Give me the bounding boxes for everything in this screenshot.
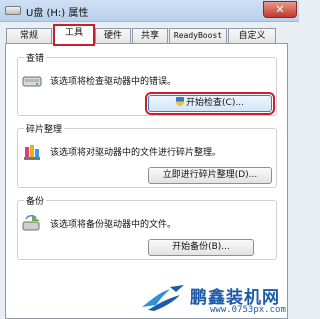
uac-shield-icon (176, 97, 185, 106)
backup-label: 备份 (24, 194, 47, 207)
usb-drive-icon (5, 6, 21, 15)
defrag-group: 碎片整理 该选项将对驱动器中的文件进行碎片整理。 立即进行碎片整理(D)... (17, 122, 277, 188)
defrag-description: 该选项将对驱动器中的文件进行碎片整理。 (50, 148, 222, 158)
error-check-group: 查错 该选项将检查驱动器中的错误。 开始检查(C)... (17, 51, 277, 116)
tab-custom[interactable]: 自定义 (228, 28, 276, 44)
eagle-logo-icon (142, 285, 184, 311)
start-check-button[interactable]: 开始检查(C)... (145, 92, 275, 115)
tab-tools[interactable]: 工具 (53, 24, 95, 46)
site-watermark: 鹏鑫装机网 www.0753px.com (140, 281, 299, 319)
close-button[interactable]: ✕ (263, 1, 297, 18)
backup-icon (22, 215, 40, 231)
backup-group: 备份 该选项将备份驱动器中的文件。 开始备份(B)... (17, 194, 277, 260)
defrag-now-button[interactable]: 立即进行碎片整理(D)... (148, 167, 272, 184)
defrag-icon (24, 145, 40, 160)
title-bar: U盘 (H:) 属性 ✕ (0, 0, 299, 22)
watermark-url: www.0753px.com (210, 305, 286, 315)
tab-readyboost[interactable]: ReadyBoost (169, 28, 227, 44)
tab-sharing[interactable]: 共享 (132, 28, 168, 44)
window-title: U盘 (H:) 属性 (26, 8, 89, 19)
tab-general[interactable]: 常规 (6, 28, 52, 44)
backup-description: 该选项将备份驱动器中的文件。 (50, 220, 177, 230)
tab-strip: 常规 工具 硬件 共享 ReadyBoost 自定义 (0, 22, 299, 46)
error-check-label: 查错 (24, 51, 47, 64)
disk-check-icon (22, 76, 42, 87)
tab-hardware[interactable]: 硬件 (95, 28, 131, 44)
start-backup-button[interactable]: 开始备份(B)... (148, 239, 254, 256)
error-check-description: 该选项将检查驱动器中的错误。 (50, 77, 177, 87)
start-check-label: 开始检查(C)... (186, 98, 244, 108)
defrag-label: 碎片整理 (24, 122, 65, 135)
